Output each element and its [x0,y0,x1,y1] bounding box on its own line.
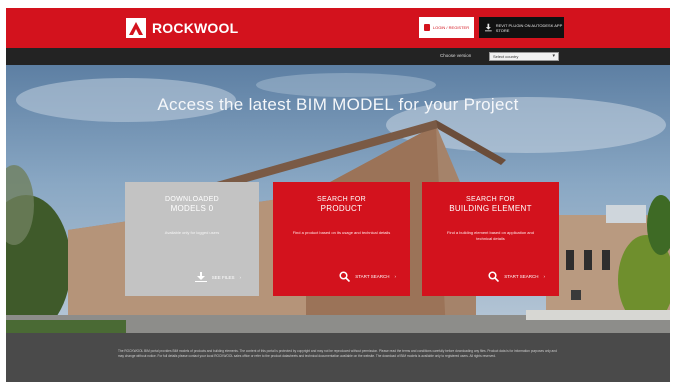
download-icon [485,23,492,32]
downloaded-models-card[interactable]: DOWNLOADED MODELS 0 Available only for l… [125,182,259,296]
card-description: Find a building element based on applica… [447,230,534,241]
card-description: Find a product based on its usage and te… [292,230,391,235]
rockwool-logo[interactable]: ROCKWOOL [126,18,238,38]
card-description: Available only for logged users [164,230,220,235]
hero-title: Access the latest BIM MODEL for your Pro… [157,95,519,114]
login-register-label: LOGIN / REGISTER [432,24,470,30]
card-title-line2: PRODUCT [320,204,363,213]
card-title-line2: BUILDING ELEMENT [449,204,532,213]
chevron-right-icon: › [543,274,546,279]
chevron-down-icon: ▾ [552,53,555,59]
card-title: SEARCH FOR BUILDING ELEMENT [422,195,559,214]
search-building-element-card[interactable]: SEARCH FOR BUILDING ELEMENT Find a build… [422,182,559,296]
footer: The ROCKWOOL BIM portal provides BIM mod… [6,333,670,382]
start-search-label: START SEARCH [504,274,539,279]
card-title: DOWNLOADED MODELS 0 [125,195,259,214]
top-header: ROCKWOOL LOGIN / REGISTER REVIT PLUGIN O… [6,8,670,48]
hero-banner: Access the latest BIM MODEL for your Pro… [6,65,670,333]
download-icon [194,272,207,282]
country-bar: Choose version Select country ▾ [6,48,670,65]
search-product-card[interactable]: SEARCH FOR PRODUCT Find a product based … [273,182,410,296]
start-search-element-link[interactable]: START SEARCH › [488,271,545,282]
start-search-product-link[interactable]: START SEARCH › [339,271,396,282]
country-label: Choose version [440,53,472,58]
see-files-label: SEE FILES [211,274,235,280]
login-register-button[interactable]: LOGIN / REGISTER [419,17,474,38]
search-icon [488,271,500,282]
country-select[interactable]: Select country ▾ [489,52,559,61]
card-title-line2: MODELS 0 [170,204,214,213]
start-search-label: START SEARCH [355,274,390,279]
page: ROCKWOOL LOGIN / REGISTER REVIT PLUGIN O… [6,8,670,382]
autodesk-store-label: REVIT PLUGIN ON AUTODESK APP STORE [495,22,563,33]
search-icon [339,271,351,282]
chevron-right-icon: › [239,274,242,280]
see-files-link[interactable]: SEE FILES › [194,272,242,282]
country-selected-value: Select country [493,54,519,59]
lock-icon [423,24,430,31]
chevron-right-icon: › [394,274,397,279]
footer-disclaimer: The ROCKWOOL BIM portal provides BIM mod… [118,349,557,358]
card-title-line1: SEARCH FOR [317,196,366,203]
autodesk-store-button[interactable]: REVIT PLUGIN ON AUTODESK APP STORE [479,17,564,38]
card-title-line1: SEARCH FOR [466,196,515,203]
rockwool-mark-icon [126,18,146,38]
card-title-line1: DOWNLOADED [165,196,219,203]
brand-name: ROCKWOOL [152,20,239,36]
card-title: SEARCH FOR PRODUCT [273,195,410,214]
